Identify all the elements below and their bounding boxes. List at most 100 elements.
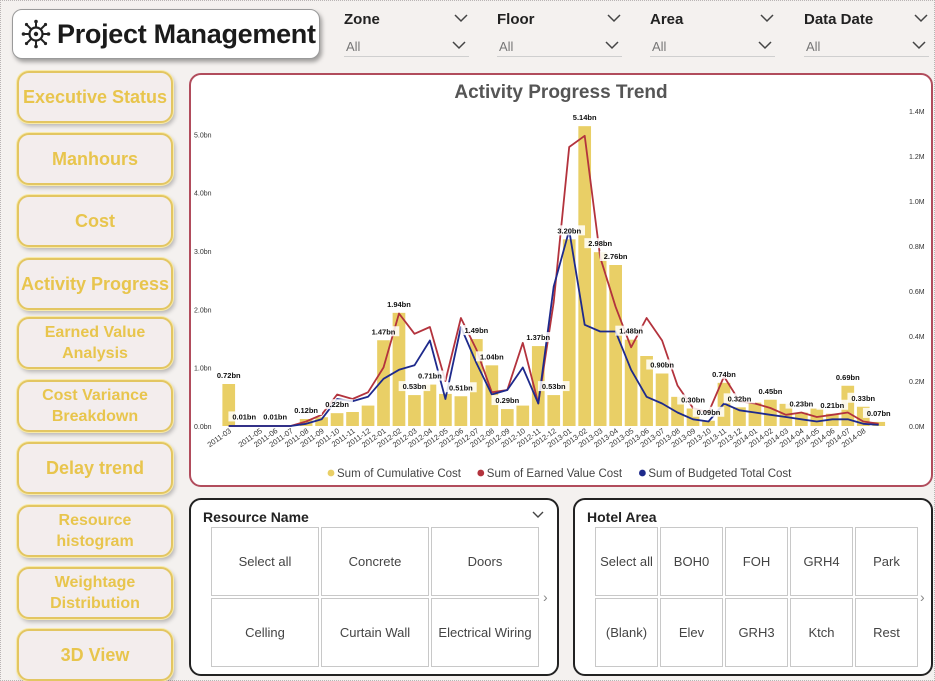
data-label: 0.69bn	[836, 373, 860, 382]
filter-dropdown[interactable]: All	[344, 34, 469, 57]
y-left-tick-label: 1.0bn	[194, 366, 212, 373]
slicer-tile[interactable]: Park	[855, 527, 918, 596]
data-label: 1.37bn	[526, 333, 550, 342]
nav-resource-histogram[interactable]: Resource histogram	[17, 505, 173, 557]
nav-3d-view[interactable]: 3D View	[17, 629, 173, 681]
data-label: 3.20bn	[557, 226, 581, 235]
bar-cumulative-cost	[346, 412, 359, 426]
filter-zone[interactable]: Zone All	[344, 9, 469, 57]
slicer-tile[interactable]: Doors	[431, 527, 539, 596]
page-title-box: Project Management	[12, 9, 320, 59]
slicer-tile[interactable]: GRH3	[725, 598, 788, 667]
filter-dropdown[interactable]: All	[497, 34, 622, 57]
chart-title: Activity Progress Trend	[454, 82, 667, 103]
bar-cumulative-cost	[330, 413, 344, 426]
slicer-tile[interactable]: Concrete	[321, 527, 429, 596]
filter-value: All	[346, 39, 361, 54]
chevron-down-icon[interactable]	[531, 509, 545, 521]
nav-activity-progress[interactable]: Activity Progress	[17, 258, 173, 310]
chevron-down-icon[interactable]	[759, 11, 775, 25]
y-right-tick-label: 0.6M	[909, 289, 925, 296]
bar-cumulative-cost	[516, 405, 530, 426]
bar-cumulative-cost	[748, 402, 762, 426]
slicer-tile[interactable]: Elev	[660, 598, 723, 667]
data-label: 1.04bn	[480, 352, 504, 361]
y-left-tick-label: 4.0bn	[194, 191, 212, 198]
y-left-tick-label: 3.0bn	[194, 249, 212, 256]
chevron-right-icon[interactable]: ›	[543, 589, 548, 605]
data-label: 0.23bn	[789, 400, 813, 409]
y-right-tick-label: 0.8M	[909, 244, 925, 251]
legend-marker	[639, 469, 646, 477]
y-left-tick-label: 5.0bn	[194, 132, 212, 139]
bar-cumulative-cost	[547, 395, 561, 426]
legend-marker	[327, 469, 335, 477]
y-right-tick-label: 0.0M	[909, 424, 925, 431]
slicer-tile[interactable]: Curtain Wall	[321, 598, 429, 667]
y-left-tick-label: 0.0bn	[194, 424, 212, 431]
data-label: 0.51bn	[449, 383, 473, 392]
slicer-tile[interactable]: BOH0	[660, 527, 723, 596]
chevron-down-icon[interactable]	[606, 11, 622, 25]
data-label: 0.53bn	[403, 382, 427, 391]
bar-cumulative-cost	[764, 399, 777, 426]
bar-cumulative-cost	[361, 405, 375, 426]
legend-item: Sum of Earned Value Cost	[487, 468, 623, 480]
data-label: 0.32bn	[728, 394, 752, 403]
filter-data-date[interactable]: Data Date All	[804, 9, 929, 57]
data-label: 1.47bn	[372, 327, 396, 336]
chevron-down-icon[interactable]	[453, 11, 469, 25]
nav-cost[interactable]: Cost	[17, 195, 173, 247]
chevron-down-icon[interactable]	[757, 38, 773, 52]
data-label: 2.98bn	[588, 239, 612, 248]
data-label: 0.21bn	[820, 401, 844, 410]
y-left-tick-label: 2.0bn	[194, 307, 212, 314]
data-label: 0.12bn	[294, 406, 318, 415]
filter-floor[interactable]: Floor All	[497, 9, 622, 57]
data-label: 0.07bn	[867, 409, 891, 418]
gear-network-icon	[21, 19, 51, 49]
nav-delay-trend[interactable]: Delay trend	[17, 442, 173, 494]
chevron-down-icon[interactable]	[604, 38, 620, 52]
legend-marker	[477, 469, 485, 477]
slicer-tile[interactable]: (Blank)	[595, 598, 658, 667]
data-label: 1.94bn	[387, 300, 411, 309]
slicer-tile[interactable]: GRH4	[790, 527, 853, 596]
data-label: 0.74bn	[712, 370, 736, 379]
slicer-tile[interactable]: Ktch	[790, 598, 853, 667]
chevron-down-icon[interactable]	[913, 11, 929, 25]
legend-item: Sum of Budgeted Total Cost	[648, 468, 792, 480]
nav-weightage-distribution[interactable]: Weightage Distribution	[17, 567, 173, 619]
nav-earned-value-analysis[interactable]: Earned Value Analysis	[17, 317, 173, 369]
page-title: Project Management	[57, 18, 316, 49]
y-right-tick-label: 1.2M	[909, 154, 925, 161]
chevron-down-icon[interactable]	[911, 38, 927, 52]
data-label: 0.72bn	[217, 371, 241, 380]
slicer-tile[interactable]: Electrical Wiring	[431, 598, 539, 667]
chevron-down-icon[interactable]	[451, 38, 467, 52]
data-label: 5.14bn	[573, 113, 597, 122]
nav-cost-variance-breakdown[interactable]: Cost Variance Breakdown	[17, 380, 173, 432]
nav-manhours[interactable]: Manhours	[17, 133, 173, 185]
filter-dropdown[interactable]: All	[804, 34, 929, 57]
bar-cumulative-cost	[624, 339, 638, 426]
bar-cumulative-cost	[655, 373, 669, 426]
data-label: 0.01bn	[263, 412, 287, 421]
data-label: 1.48bn	[619, 327, 643, 336]
slicer-tile[interactable]: Rest	[855, 598, 918, 667]
nav-executive-status[interactable]: Executive Status	[17, 71, 173, 123]
legend-item: Sum of Cumulative Cost	[337, 468, 462, 480]
slicer-tile[interactable]: Select all	[211, 527, 319, 596]
filter-area[interactable]: Area All	[650, 9, 775, 57]
slicer-tile[interactable]: Select all	[595, 527, 658, 596]
chevron-right-icon[interactable]: ›	[920, 589, 925, 605]
filter-label: Zone	[344, 11, 380, 28]
filter-value: All	[652, 39, 667, 54]
slicer-tile[interactable]: Celling	[211, 598, 319, 667]
bar-cumulative-cost	[562, 239, 576, 426]
filter-dropdown[interactable]: All	[650, 34, 775, 57]
y-right-tick-label: 0.2M	[909, 379, 925, 386]
bar-cumulative-cost	[593, 252, 607, 426]
data-label: 0.30bn	[681, 396, 705, 405]
slicer-tile[interactable]: FOH	[725, 527, 788, 596]
